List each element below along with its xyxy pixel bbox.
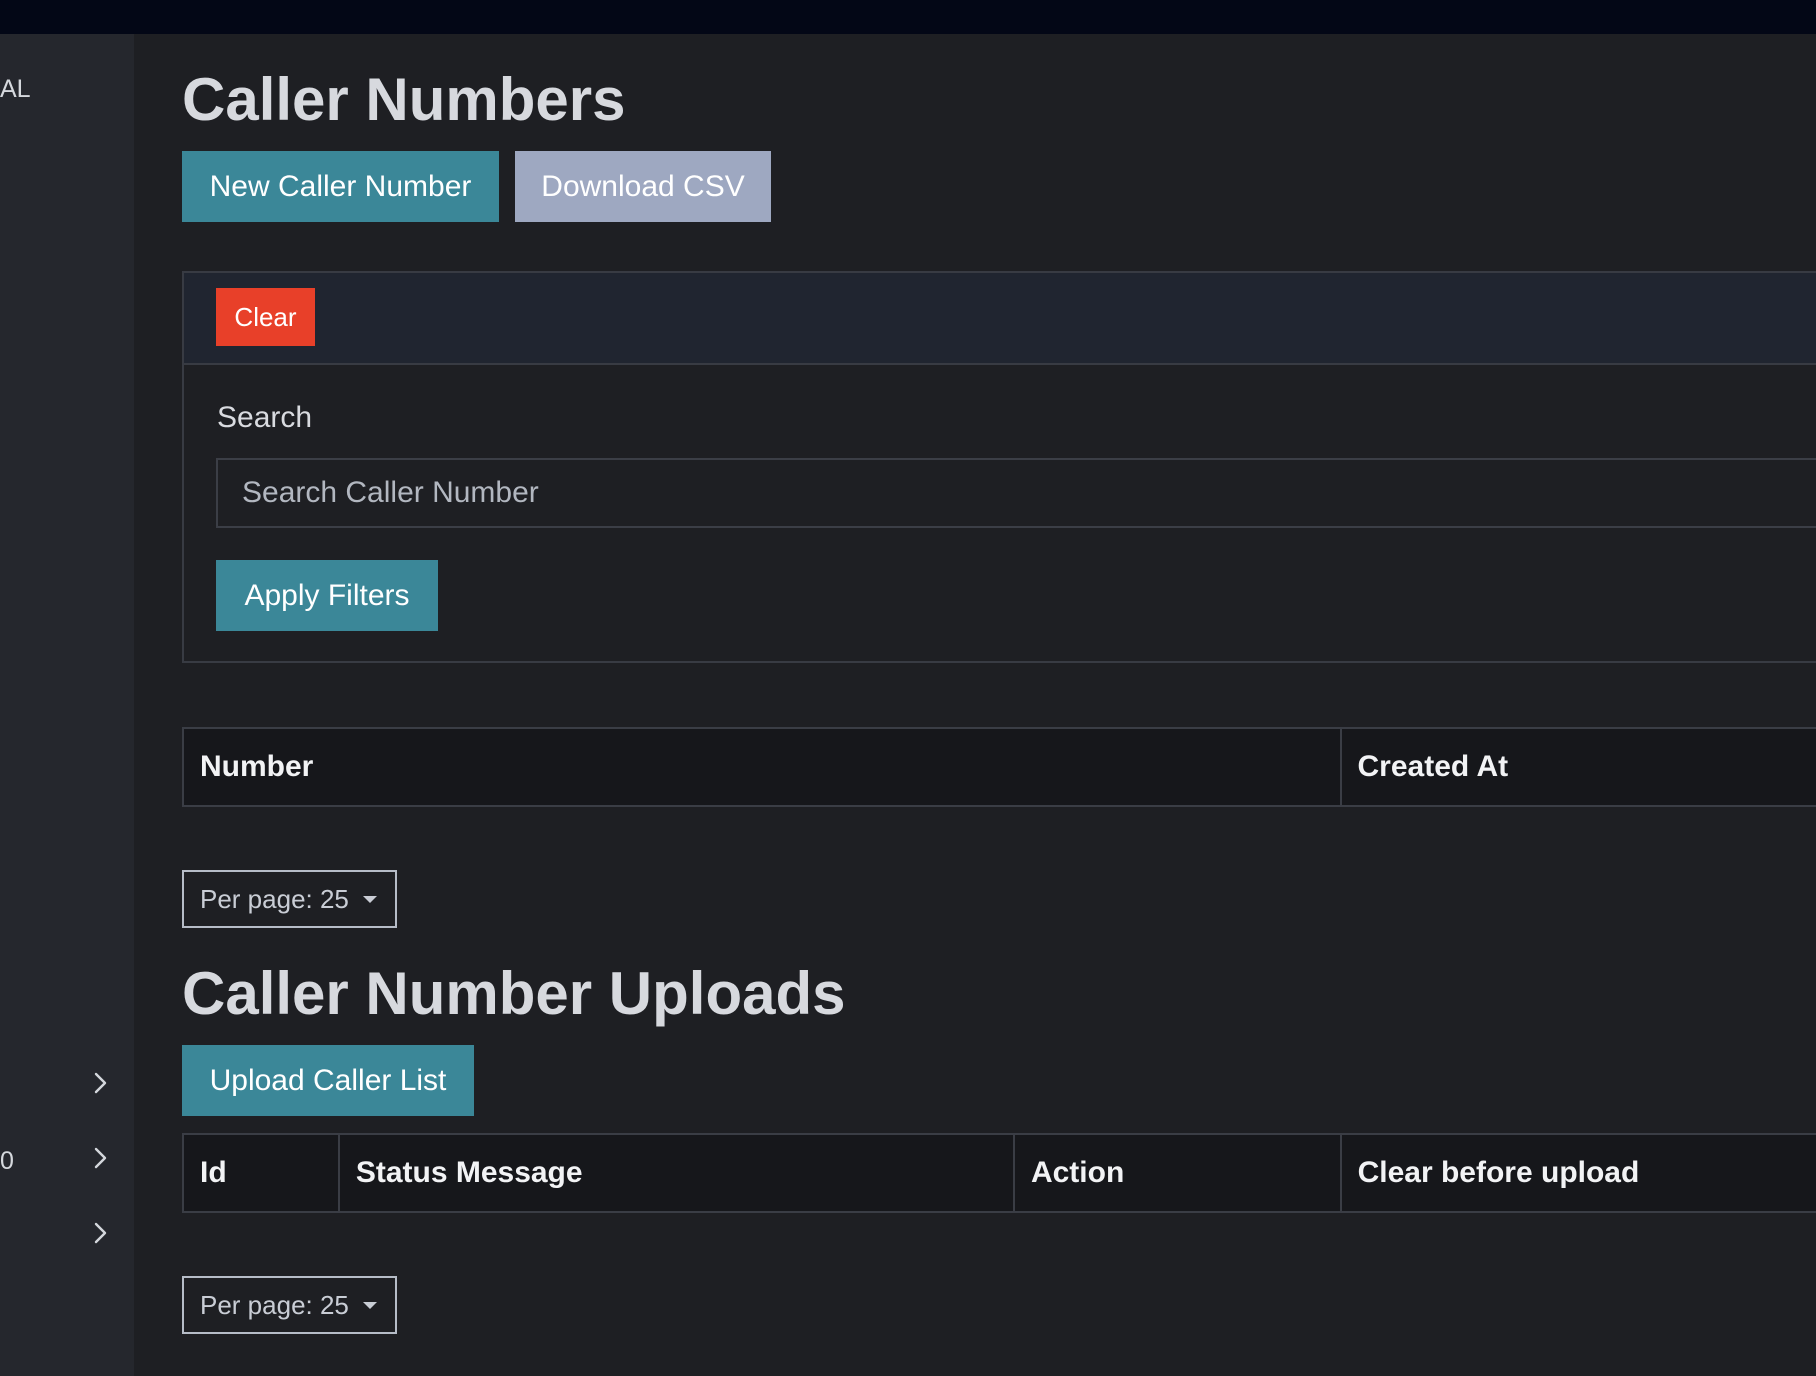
filter-panel-header: Clear bbox=[184, 273, 1816, 365]
clear-filters-button[interactable]: Clear bbox=[216, 288, 315, 346]
caller-numbers-table: Number Created At bbox=[182, 727, 1816, 807]
upload-caller-list-button[interactable]: Upload Caller List bbox=[182, 1045, 474, 1116]
main-content: Caller Numbers New Caller Number Downloa… bbox=[134, 34, 1816, 1376]
id-column-header[interactable]: Id bbox=[182, 1133, 340, 1213]
chevron-right-icon[interactable] bbox=[88, 1221, 112, 1245]
chevron-right-icon[interactable] bbox=[88, 1146, 112, 1170]
search-label: Search bbox=[217, 401, 313, 434]
number-column-header[interactable]: Number bbox=[182, 727, 1342, 807]
caller-numbers-title: Caller Numbers bbox=[182, 66, 626, 133]
per-page-value: Per page: 25 bbox=[200, 1289, 349, 1320]
download-csv-button[interactable]: Download CSV bbox=[515, 151, 771, 222]
caret-down-icon bbox=[362, 1301, 377, 1309]
status-message-column-header[interactable]: Status Message bbox=[337, 1133, 1015, 1213]
filter-panel: Clear Search Apply Filters bbox=[182, 271, 1816, 663]
table-header-row: Id Status Message Action Clear before up… bbox=[182, 1133, 1816, 1213]
clear-before-upload-column-header[interactable]: Clear before upload bbox=[1339, 1133, 1816, 1213]
per-page-value: Per page: 25 bbox=[200, 883, 349, 914]
sidebar: AL 0 bbox=[0, 34, 134, 1376]
per-page-dropdown[interactable]: Per page: 25 bbox=[182, 870, 397, 928]
per-page-dropdown[interactable]: Per page: 25 bbox=[182, 1276, 397, 1334]
action-column-header[interactable]: Action bbox=[1012, 1133, 1342, 1213]
table-header-row: Number Created At bbox=[182, 727, 1816, 807]
new-caller-number-button[interactable]: New Caller Number bbox=[182, 151, 499, 222]
caller-number-uploads-title: Caller Number Uploads bbox=[182, 960, 846, 1027]
search-input[interactable] bbox=[216, 458, 1816, 528]
sidebar-item-zero-label[interactable]: 0 bbox=[0, 1147, 14, 1176]
apply-filters-button[interactable]: Apply Filters bbox=[216, 560, 438, 631]
chevron-right-icon[interactable] bbox=[88, 1071, 112, 1095]
sidebar-item-al-label[interactable]: AL bbox=[0, 75, 31, 104]
top-navigation-bar bbox=[0, 0, 1816, 34]
caller-number-uploads-table: Id Status Message Action Clear before up… bbox=[182, 1133, 1816, 1213]
caret-down-icon bbox=[362, 895, 377, 903]
created-at-column-header[interactable]: Created At bbox=[1339, 727, 1816, 807]
